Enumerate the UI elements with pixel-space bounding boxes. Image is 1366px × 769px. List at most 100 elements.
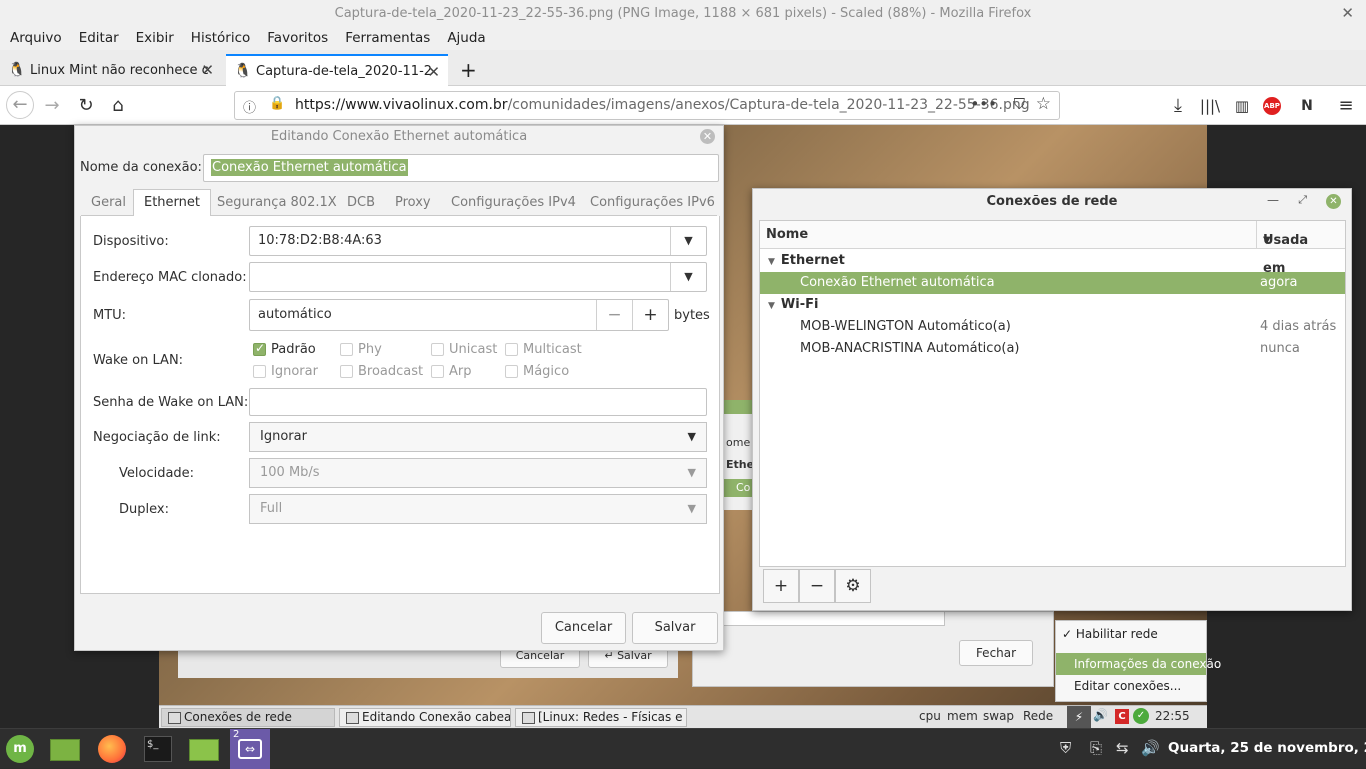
tab-ethernet[interactable]: Ethernet — [133, 189, 211, 216]
tab-linux-mint[interactable]: 🐧 Linux Mint não reconhece c ✕ — [0, 54, 222, 86]
remove-connection-button[interactable]: − — [799, 569, 835, 603]
network-connections-window: Conexões de rede — ⤢ ✕ Nome Usada em ▼ ▼… — [752, 188, 1352, 611]
tab-proxy[interactable]: Proxy — [395, 190, 431, 216]
downloads-icon[interactable]: ⤓ — [1166, 94, 1190, 118]
mac-label: Endereço MAC clonado: — [93, 270, 247, 285]
menu-ferramentas[interactable]: Ferramentas — [345, 27, 430, 50]
menu-historico[interactable]: Histórico — [191, 27, 250, 50]
col-name-header[interactable]: Nome — [766, 227, 808, 242]
img-shield-icon: ✓ — [1133, 708, 1149, 724]
bookmark-star-icon[interactable]: ☆ — [1036, 94, 1051, 114]
duplex-dropdown[interactable]: Full ▼ — [249, 494, 707, 524]
tab-geral[interactable]: Geral — [91, 190, 126, 216]
info-icon[interactable]: ⓘ — [243, 97, 256, 116]
group-wifi[interactable]: ▼ Wi-Fi — [768, 294, 818, 317]
wol-unicast-checkbox[interactable]: Unicast — [431, 342, 497, 357]
forward-icon[interactable]: → — [40, 94, 64, 118]
save-button[interactable]: Salvar — [632, 612, 718, 644]
tab-ipv6[interactable]: Configurações IPv6 — [590, 190, 715, 216]
chevron-down-icon[interactable]: ▼ — [670, 263, 706, 291]
pocket-icon[interactable]: ⛉ — [1014, 95, 1025, 113]
show-desktop-icon[interactable] — [48, 733, 82, 765]
add-connection-button[interactable]: + — [763, 569, 799, 603]
wol-padrao-checkbox[interactable]: Padrão — [253, 341, 316, 357]
tux-icon: 🐧 — [8, 62, 26, 78]
img-task-editando: Editando Conexão cabeada 1 — [339, 708, 511, 727]
checkbox-icon — [253, 365, 266, 378]
wol-multicast-checkbox[interactable]: Multicast — [505, 342, 582, 357]
menu-favoritos[interactable]: Favoritos — [267, 27, 328, 50]
menu-editar[interactable]: Editar — [79, 27, 119, 50]
notion-icon[interactable]: N — [1295, 94, 1319, 118]
volume-icon[interactable]: 🔊 — [1141, 739, 1160, 757]
network-icon[interactable]: ⇆ — [1116, 739, 1129, 757]
workspace-switcher[interactable]: 2 ⇔ — [230, 729, 270, 769]
speed-dropdown[interactable]: 100 Mb/s ▼ — [249, 458, 707, 488]
device-label: Dispositivo: — [93, 234, 169, 249]
bg-menu-connection-info: Informações da conexão — [1056, 653, 1221, 675]
wol-arp-checkbox[interactable]: Arp — [431, 364, 472, 379]
back-icon[interactable]: ← — [6, 91, 34, 119]
tab-captura[interactable]: 🐧 Captura-de-tela_2020-11-2 ✕ — [226, 54, 448, 86]
close-icon[interactable]: ✕ — [1326, 194, 1341, 209]
firefox-icon[interactable] — [95, 733, 129, 765]
wol-broadcast-checkbox[interactable]: Broadcast — [340, 364, 423, 379]
maximize-icon[interactable]: ⤢ — [1298, 193, 1307, 207]
img-cpu-label: cpu — [919, 709, 941, 723]
tab-dcb[interactable]: DCB — [347, 190, 375, 216]
device-combo[interactable]: 10:78:D2:B8:4A:63 ▼ — [249, 226, 707, 256]
panel-clock[interactable]: Quarta, 25 de novembro, 20:05 — [1168, 740, 1366, 756]
wol-phy-checkbox[interactable]: Phy — [340, 342, 382, 357]
tab-seguranca[interactable]: Segurança 802.1X — [217, 190, 337, 216]
conn-name-label: Nome da conexão: — [80, 160, 202, 175]
url-text: https://www.vivaolinux.com.br/comunidade… — [295, 97, 1030, 113]
files-icon[interactable] — [187, 733, 221, 765]
wol-password-input[interactable] — [249, 388, 707, 416]
close-tab-icon[interactable]: ✕ — [201, 61, 214, 79]
update-shield-icon[interactable]: ⛨ — [1060, 739, 1071, 757]
minus-icon[interactable]: − — [596, 300, 632, 330]
adblock-icon[interactable]: ABP — [1263, 97, 1281, 115]
menu-exibir[interactable]: Exibir — [136, 27, 174, 50]
conn-name-input[interactable]: Conexão Ethernet automática — [203, 154, 719, 182]
tab-ipv4[interactable]: Configurações IPv4 — [451, 190, 576, 216]
wol-ignorar-checkbox[interactable]: Ignorar — [253, 364, 318, 379]
checkbox-icon — [253, 341, 266, 356]
plus-icon[interactable]: + — [632, 300, 668, 330]
link-negotiation-label: Negociação de link: — [93, 430, 221, 445]
sidebar-icon[interactable]: ▥ — [1230, 94, 1254, 118]
edit-tabs: Geral Ethernet Segurança 802.1X DCB Prox… — [81, 189, 717, 216]
home-icon[interactable]: ⌂ — [106, 94, 130, 118]
menu-bar: Arquivo Editar Exibir Histórico Favorito… — [0, 27, 1366, 50]
mint-menu-icon[interactable]: m — [4, 733, 36, 765]
close-window-icon[interactable]: ✕ — [1341, 0, 1354, 27]
url-bar[interactable]: ⓘ 🔒 https://www.vivaolinux.com.br/comuni… — [234, 91, 1060, 120]
group-ethernet[interactable]: ▼ Ethernet — [768, 250, 845, 273]
cancel-button[interactable]: Cancelar — [541, 612, 626, 644]
list-item[interactable]: MOB-ANACRISTINA Automático(a) nunca — [760, 338, 1345, 360]
mtu-input[interactable]: automático − + — [249, 299, 669, 331]
page-actions-icon[interactable]: ••• — [970, 95, 997, 113]
checkbox-icon — [431, 343, 444, 356]
list-item[interactable]: Conexão Ethernet automática agora — [760, 272, 1345, 294]
mac-combo[interactable]: ▼ — [249, 262, 707, 292]
terminal-icon[interactable]: $_ — [141, 733, 175, 765]
menu-ajuda[interactable]: Ajuda — [447, 27, 485, 50]
library-icon[interactable]: |||\ — [1198, 94, 1222, 118]
link-negotiation-dropdown[interactable]: Ignorar ▼ — [249, 422, 707, 452]
close-icon[interactable]: ✕ — [700, 129, 715, 144]
gear-icon[interactable]: ⚙ — [835, 569, 871, 603]
close-tab-icon[interactable]: ✕ — [427, 63, 440, 81]
lock-icon[interactable]: 🔒 — [269, 96, 285, 111]
reload-icon[interactable]: ↻ — [74, 94, 98, 118]
menu-arquivo[interactable]: Arquivo — [10, 27, 62, 50]
list-item[interactable]: MOB-WELINGTON Automático(a) 4 dias atrás — [760, 316, 1345, 338]
wol-magico-checkbox[interactable]: Mágico — [505, 364, 569, 379]
clipboard-icon[interactable]: ⎘ — [1090, 739, 1102, 757]
hamburger-menu-icon[interactable]: ≡ — [1334, 94, 1358, 118]
minimize-icon[interactable]: — — [1267, 193, 1279, 207]
new-tab-button[interactable]: + — [452, 54, 482, 86]
nav-bar: ← → ↻ ⌂ ⓘ 🔒 https://www.vivaolinux.com.b… — [0, 86, 1366, 125]
col-used-header[interactable]: Usada em ▼ — [1256, 221, 1308, 276]
chevron-down-icon[interactable]: ▼ — [670, 227, 706, 255]
